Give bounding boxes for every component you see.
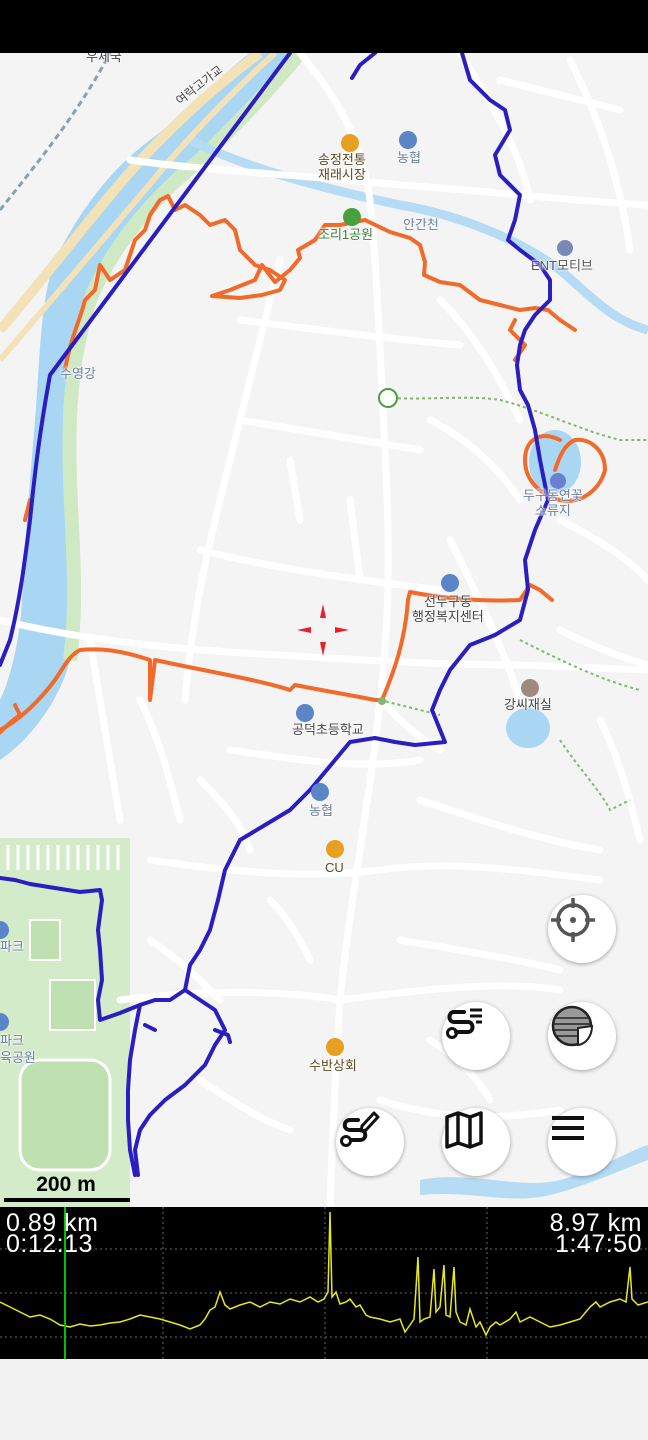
label-reservoir: 두구동연꽃 소류지 [523, 488, 583, 518]
crosshair-target-icon [551, 898, 595, 942]
map-view[interactable]: 우체국 여락고가교 송정전통 재래시장 농협 조리1공원 안간천 ENT모티브 … [0, 53, 648, 1207]
folded-map-icon [445, 1111, 483, 1149]
label-company: ENT모티브 [531, 258, 593, 273]
label-park-left1: 파크 [0, 939, 24, 954]
layers-icon [551, 1005, 594, 1047]
route-list-icon [446, 1008, 482, 1039]
locate-button[interactable] [548, 895, 616, 963]
edit-route-button[interactable] [336, 1108, 404, 1176]
label-post-office: 우체국 [86, 53, 122, 64]
menu-button[interactable] [548, 1108, 616, 1176]
label-nonghyup-top: 농협 [397, 150, 421, 165]
label-nonghyup-mid: 농협 [309, 803, 333, 818]
route-list-button[interactable] [442, 1002, 510, 1070]
label-clan-hall: 강씨재실 [504, 697, 552, 712]
label-shop: 수반상회 [309, 1058, 357, 1073]
label-park-left2: 파크 [0, 1033, 24, 1048]
stream-angan [187, 135, 648, 335]
label-cu: CU [325, 860, 344, 875]
label-park-left3: 육공원 [0, 1050, 36, 1065]
pond [506, 708, 550, 748]
label-river: 수영강 [60, 366, 96, 381]
elevation-profile[interactable]: 0.89 km 0:12:13 8.97 km 1:47:50 [0, 1207, 648, 1359]
edit-route-icon [340, 1111, 380, 1147]
hamburger-menu-icon [552, 1116, 584, 1140]
time-current: 0:12:13 [6, 1230, 93, 1258]
label-school: 공덕초등학교 [292, 722, 364, 737]
label-district-office: 선두구동 행정복지센터 [412, 594, 484, 624]
map-center-crosshair [297, 604, 349, 656]
label-stream: 안간천 [403, 217, 439, 232]
scale-label: 200 m [36, 1173, 96, 1196]
label-park-top: 조리1공원 [318, 227, 374, 242]
status-bar [0, 0, 648, 53]
label-market: 송정전통 재래시장 [318, 152, 366, 182]
scale-bar [4, 1198, 130, 1202]
layers-button[interactable] [548, 1002, 616, 1070]
time-total: 1:47:50 [555, 1230, 642, 1258]
map-button[interactable] [442, 1108, 510, 1176]
bottom-bar [0, 1359, 648, 1440]
